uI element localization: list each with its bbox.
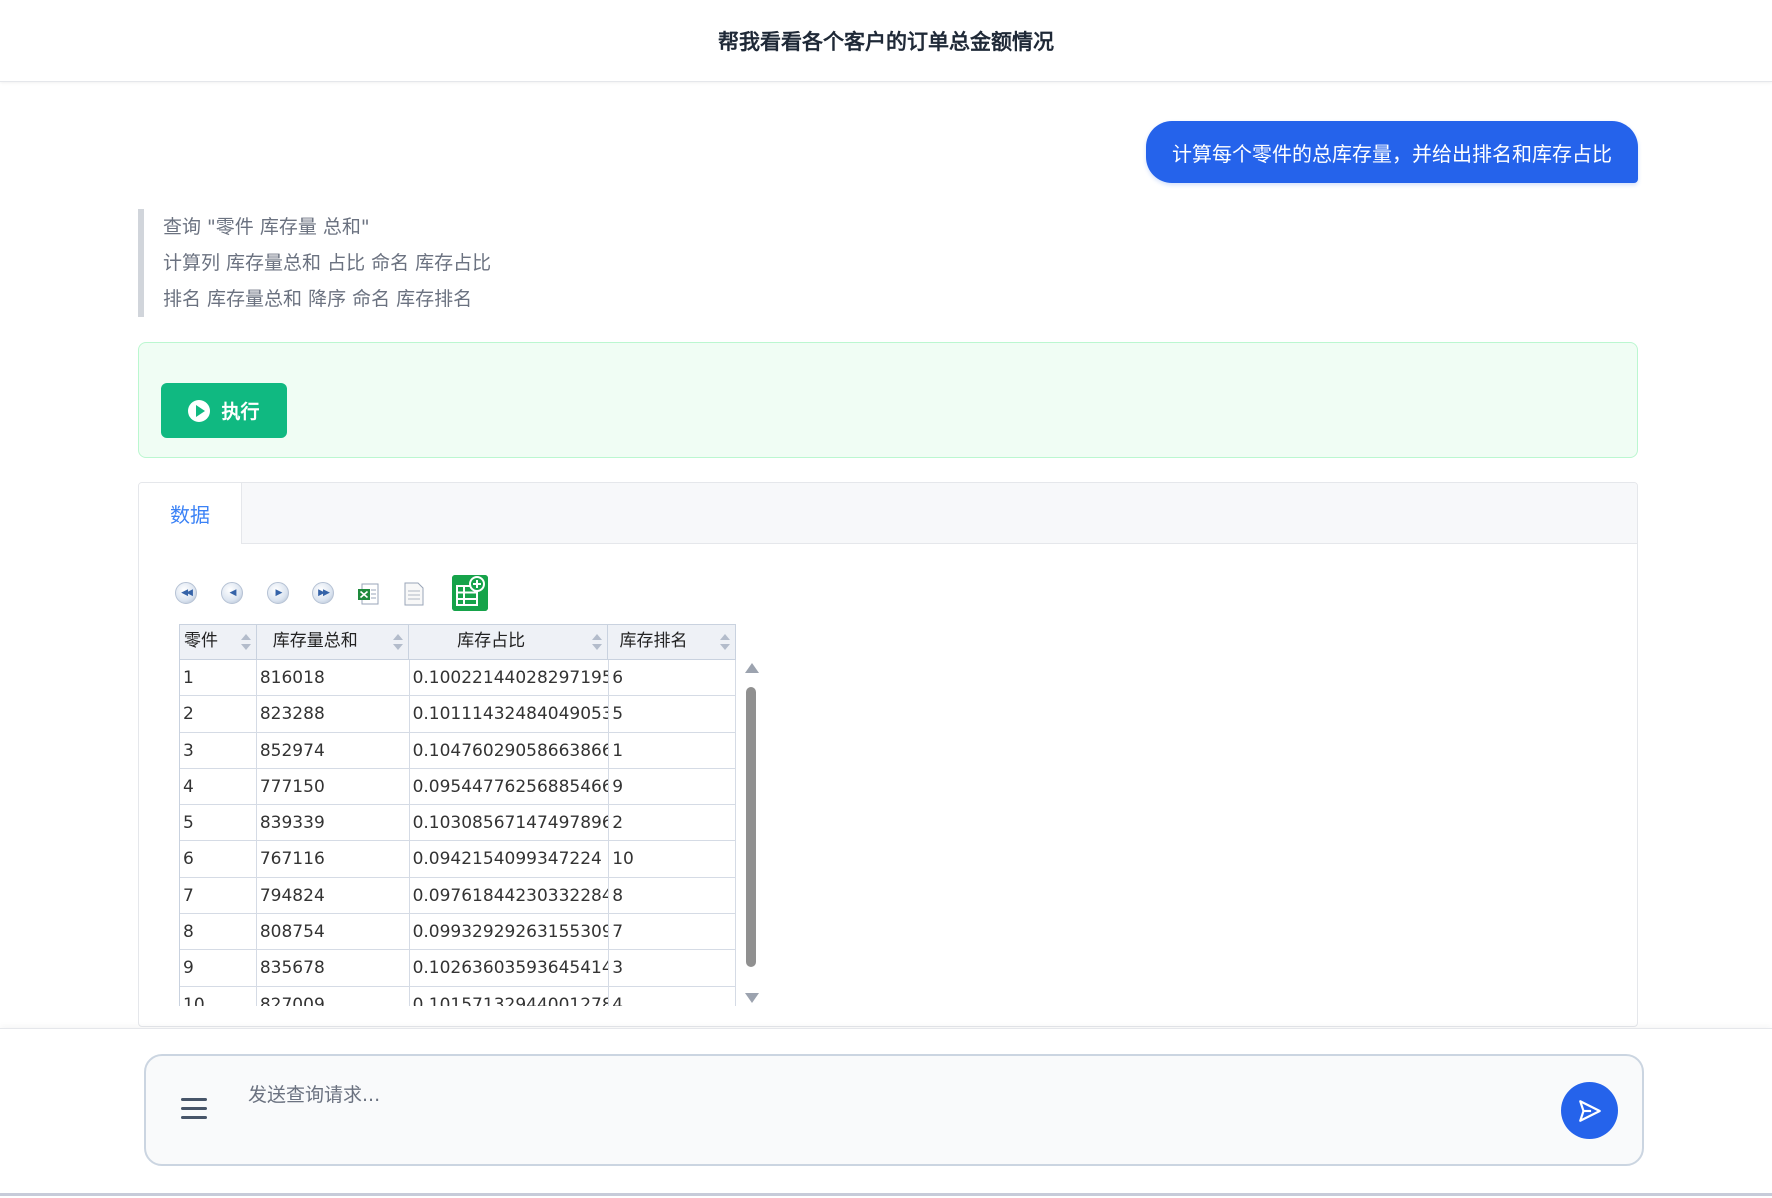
table-cell: 0.10308567147497896 [410,805,610,841]
table-cell: 5 [180,805,257,841]
vertical-scrollbar[interactable] [744,663,759,1007]
column-header[interactable]: 库存量总和 [257,625,410,659]
table-row[interactable]: 9 835678 0.10263603593645414 3 [180,950,736,987]
query-line: 排名 库存量总和 降序 命名 库存排名 [163,288,473,310]
grid-body: 1 816018 0.10022144028297195 6 2 823288 0.1011… [179,660,736,1006]
data-panel: 数据 ◀◀ ◀ ▶ ▶▶ 零件 库存量总和 库存占比 库存排名 1 816018… [138,482,1638,1027]
table-cell: 852974 [257,732,410,768]
table-cell: 0.09932929263155309 [410,914,610,950]
sort-icon[interactable] [393,634,404,652]
table-cell: 10 [180,986,257,1006]
table-cell: 2 [609,805,736,841]
table-cell: 0.10022144028297195 [410,660,610,696]
table-row[interactable]: 7 794824 0.09761844230332284 8 [180,877,736,915]
table-cell: 816018 [257,660,410,696]
table-cell: 10 [609,841,736,877]
column-header[interactable]: 库存排名 [608,625,735,659]
table-cell: 835678 [257,950,410,986]
table-row[interactable]: 2 823288 0.10111432484049053 5 [180,696,736,733]
table-cell: 2 [180,696,257,732]
table-cell: 9 [609,768,736,805]
query-line: 查询 "零件 库存量 总和" [163,216,370,238]
table-cell: 3 [180,732,257,768]
first-page-icon[interactable]: ◀◀ [175,582,197,604]
next-page-icon[interactable]: ▶ [267,582,289,604]
table-cell: 839339 [257,805,410,841]
table-row[interactable]: 6 767116 0.0942154099347224 10 [180,841,736,878]
bottom-divider [0,1193,1772,1196]
send-button[interactable] [1561,1082,1618,1139]
table-cell: 823288 [257,696,410,732]
page-title: 帮我看看各个客户的订单总金额情况 [718,29,1054,54]
scroll-up-icon[interactable] [745,663,759,673]
table-cell: 1 [609,732,736,768]
table-cell: 6 [609,660,736,696]
table-cell: 777150 [257,768,410,805]
table-cell: 0.09761844230332284 [410,877,610,914]
table-row[interactable]: 1 816018 0.10022144028297195 6 [180,660,736,697]
sort-icon[interactable] [592,634,603,652]
table-cell: 8 [609,877,736,914]
table-cell: 0.10476029058663866 [410,732,610,768]
table-row[interactable]: 4 777150 0.09544776256885466 9 [180,768,736,806]
table-cell: 7 [180,877,257,914]
tab-data[interactable]: 数据 [139,483,242,544]
table-cell: 767116 [257,841,410,877]
add-table-icon[interactable] [452,575,488,611]
header: 帮我看看各个客户的订单总金额情况 [0,0,1772,82]
execute-button[interactable]: 执行 [161,383,287,438]
table-cell: 827009 [257,986,410,1006]
column-header[interactable]: 零件 [180,625,257,659]
execute-label: 执行 [221,401,260,423]
table-cell: 0.10111432484049053 [410,696,610,732]
scroll-thumb[interactable] [746,687,756,967]
table-cell: 5 [609,696,736,732]
execute-panel: 执行 [138,342,1638,458]
table-cell: 7 [609,914,736,950]
table-cell: 4 [180,768,257,805]
query-input[interactable] [246,1074,1350,1116]
composer-area [0,1028,1772,1198]
data-grid: 零件 库存量总和 库存占比 库存排名 1 816018 0.100221440282… [179,624,736,1006]
table-row[interactable]: 8 808754 0.09932929263155309 7 [180,914,736,951]
grid-header: 零件 库存量总和 库存占比 库存排名 [179,624,736,660]
table-cell: 0.09544776256885466 [410,768,610,805]
query-line: 计算列 库存量总和 占比 命名 库存占比 [163,252,492,274]
table-row[interactable]: 3 852974 0.10476029058663866 1 [180,732,736,769]
table-cell: 0.10263603593645414 [410,950,610,986]
table-cell: 0.0942154099347224 [410,841,610,877]
query-plan-quote: 查询 "零件 库存量 总和" 计算列 库存量总和 占比 命名 库存占比 排名 库… [138,209,738,317]
column-header[interactable]: 库存占比 [409,625,609,659]
table-cell: 6 [180,841,257,877]
play-icon [188,399,211,422]
prev-page-icon[interactable]: ◀ [221,582,243,604]
tab-bar: 数据 [139,483,1637,544]
table-cell: 1 [180,660,257,696]
table-cell: 794824 [257,877,410,914]
table-cell: 0.10157132944001278 [410,986,610,1006]
table-row[interactable]: 5 839339 0.10308567147497896 2 [180,805,736,842]
menu-icon[interactable] [181,1098,207,1120]
table-cell: 808754 [257,914,410,950]
table-cell: 4 [609,986,736,1006]
composer-box [144,1054,1644,1166]
last-page-icon[interactable]: ▶▶ [312,582,334,604]
sort-icon[interactable] [240,634,251,652]
send-icon [1578,1099,1601,1122]
excel-export-icon[interactable] [357,582,381,606]
table-cell: 3 [609,950,736,986]
document-icon[interactable] [403,582,425,606]
scroll-down-icon[interactable] [745,993,759,1003]
table-cell: 8 [180,914,257,950]
user-message-bubble: 计算每个零件的总库存量，并给出排名和库存占比 [1146,121,1638,183]
table-row[interactable]: 10 827009 0.10157132944001278 4 [180,986,736,1006]
sort-icon[interactable] [720,634,730,652]
table-cell: 9 [180,950,257,986]
